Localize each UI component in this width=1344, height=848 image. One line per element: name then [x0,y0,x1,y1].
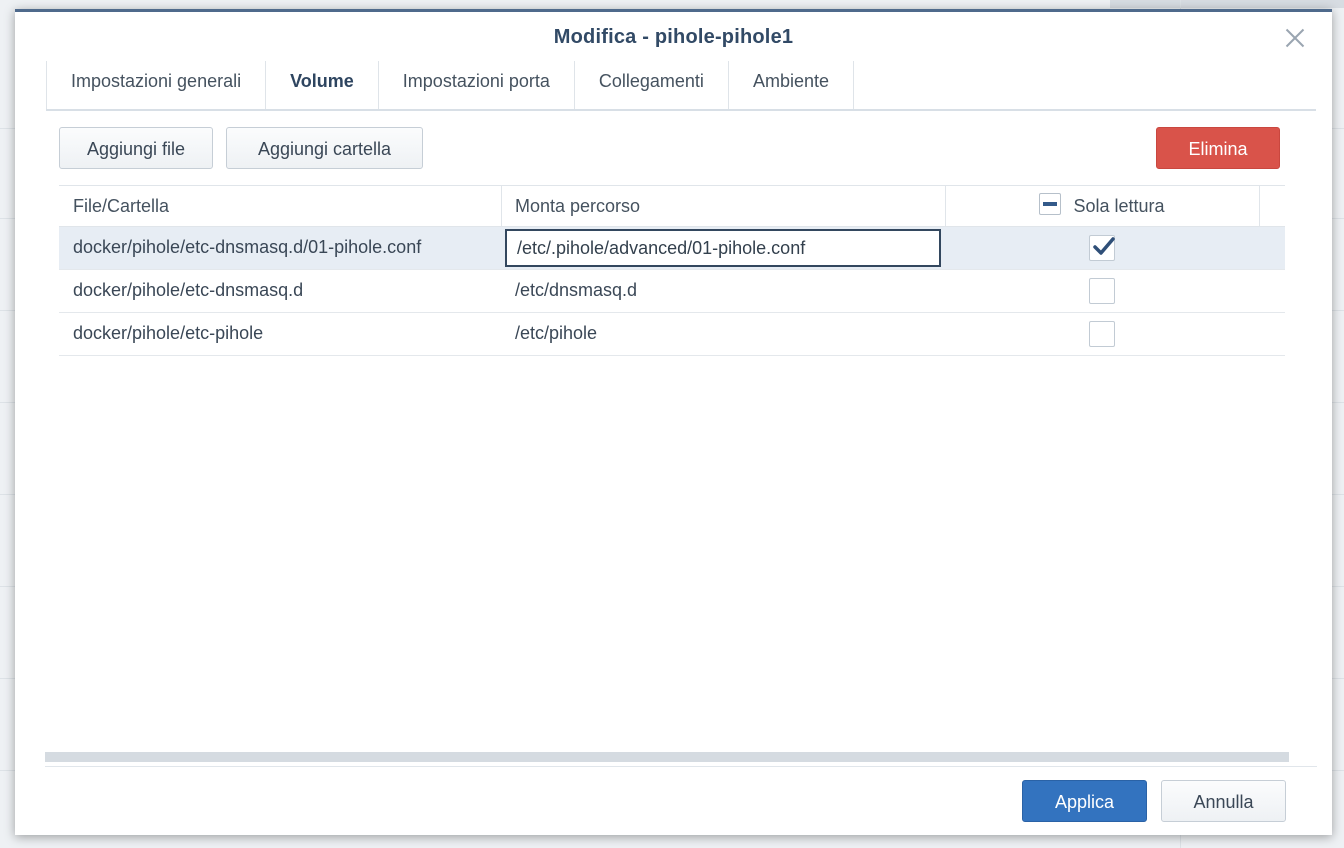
mount-path-input[interactable]: /etc/.pihole/advanced/01-pihole.conf [505,229,941,267]
column-header-readonly: Sola lettura [945,186,1259,226]
column-header-readonly-label: Sola lettura [1073,196,1165,216]
edit-container-dialog: Modifica - pihole-pihole1 Impostazioni g… [15,9,1332,835]
tab-port-settings[interactable]: Impostazioni porta [377,61,574,109]
readonly-checkbox[interactable] [1089,235,1115,261]
tab-general-settings[interactable]: Impostazioni generali [46,61,265,109]
delete-button[interactable]: Elimina [1156,127,1280,169]
select-all-readonly-checkbox[interactable] [1039,193,1062,216]
tab-links[interactable]: Collegamenti [573,61,728,109]
table-header: File/Cartella Monta percorso Sola lettur… [59,185,1285,227]
volume-table: File/Cartella Monta percorso Sola lettur… [59,185,1285,356]
horizontal-scrollbar[interactable] [45,752,1289,762]
readonly-checkbox[interactable] [1089,278,1115,304]
readonly-checkbox[interactable] [1089,321,1115,347]
file-cell: docker/pihole/etc-dnsmasq.d [73,280,304,300]
tab-bar: Impostazioni generali Volume Impostazion… [46,61,1316,111]
cancel-button[interactable]: Annulla [1161,780,1286,822]
tab-environment[interactable]: Ambiente [727,61,854,109]
file-cell: docker/pihole/etc-dnsmasq.d/01-pihole.co… [73,237,422,257]
table-row[interactable]: docker/pihole/etc-pihole /etc/pihole [59,313,1285,356]
footer-divider [45,766,1317,767]
background-topbar [1110,0,1344,8]
table-row[interactable]: docker/pihole/etc-dnsmasq.d /etc/dnsmasq… [59,270,1285,313]
table-row[interactable]: docker/pihole/etc-dnsmasq.d/01-pihole.co… [59,227,1285,270]
column-header-file-folder[interactable]: File/Cartella [59,186,501,226]
dialog-title: Modifica - pihole-pihole1 [553,26,794,48]
add-folder-button[interactable]: Aggiungi cartella [226,127,423,169]
tab-volume[interactable]: Volume [265,61,378,109]
file-cell: docker/pihole/etc-pihole [73,323,264,343]
mount-path-cell: /etc/pihole [515,323,598,343]
checkmark-icon [1093,237,1115,255]
mount-path-cell: /etc/dnsmasq.d [515,280,638,300]
column-divider [1259,186,1260,226]
column-header-mount-path[interactable]: Monta percorso [501,186,945,226]
close-icon[interactable] [1284,27,1306,49]
add-file-button[interactable]: Aggiungi file [59,127,213,169]
apply-button[interactable]: Applica [1022,780,1147,822]
